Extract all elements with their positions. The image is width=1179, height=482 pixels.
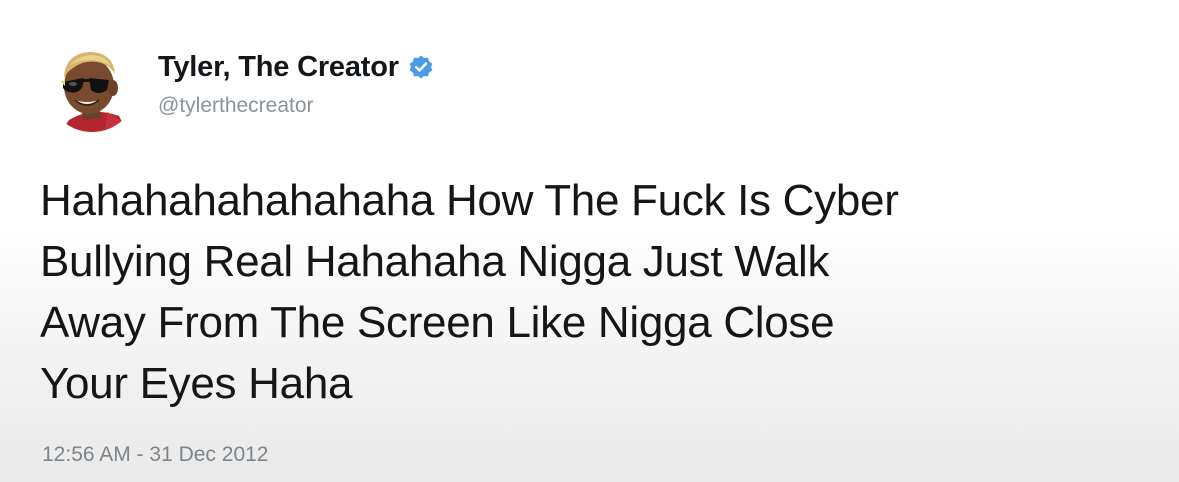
author-name-row: Tyler, The Creator bbox=[158, 50, 434, 84]
tweet-text-line: Your Eyes Haha bbox=[40, 359, 353, 408]
author-display-name[interactable]: Tyler, The Creator bbox=[158, 51, 399, 84]
verified-badge-icon bbox=[408, 54, 434, 80]
tweet-timestamp[interactable]: 12:56 AM - 31 Dec 2012 bbox=[42, 443, 268, 467]
author-handle[interactable]: @tylerthecreator bbox=[158, 94, 314, 118]
tweet-text: Hahahahahahahaha How The Fuck Is Cyber B… bbox=[40, 170, 1150, 414]
avatar-icon bbox=[61, 52, 127, 132]
avatar[interactable] bbox=[47, 42, 137, 132]
tweet-text-line: Hahahahahahahaha How The Fuck Is Cyber bbox=[40, 176, 899, 225]
tweet-card: Tyler, The Creator @tylerthecreator Haha… bbox=[0, 0, 1179, 482]
tweet-text-line: Away From The Screen Like Nigga Close bbox=[40, 298, 835, 347]
tweet-text-line: Bullying Real Hahahaha Nigga Just Walk bbox=[40, 237, 830, 286]
